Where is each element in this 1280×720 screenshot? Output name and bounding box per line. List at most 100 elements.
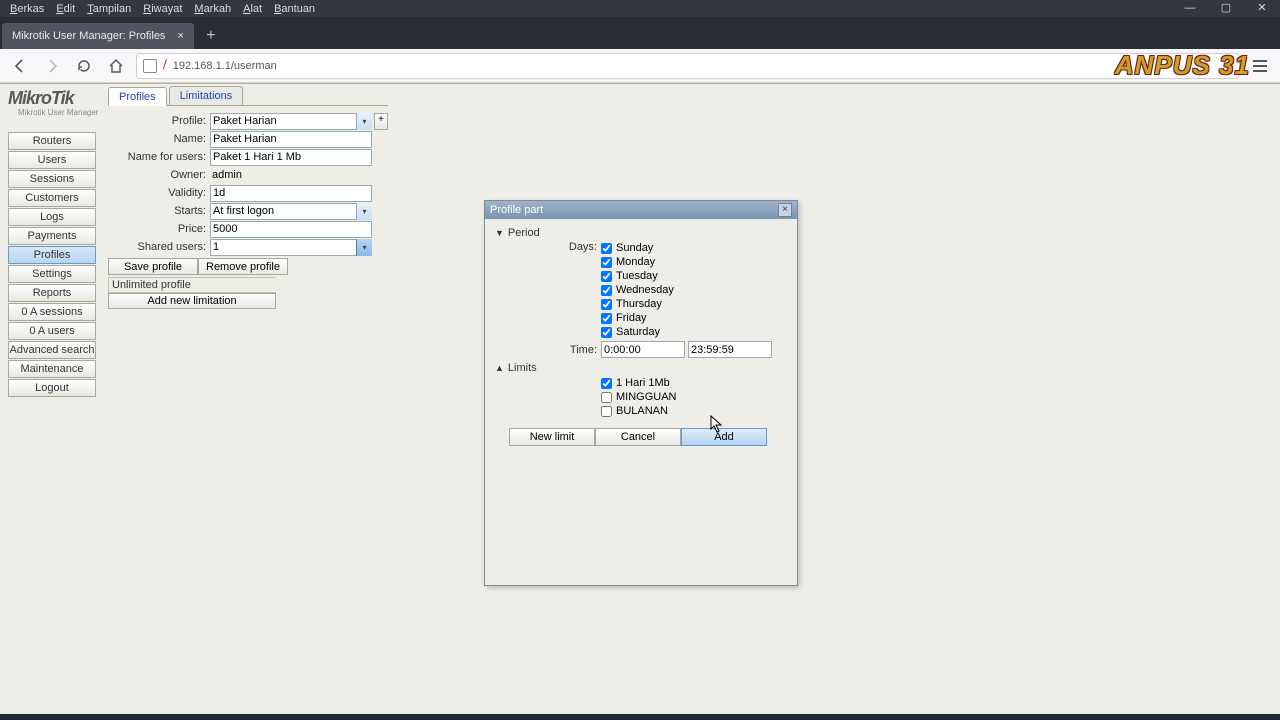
menu-edit[interactable]: Edit — [50, 3, 81, 15]
minimize-button[interactable]: — — [1172, 0, 1208, 17]
shared-users-label: Shared users: — [108, 241, 210, 253]
limits-list: 1 Hari 1MbMINGGUANBULANAN — [601, 376, 677, 418]
owner-label: Owner: — [108, 169, 210, 181]
price-input[interactable] — [210, 221, 372, 238]
sidebar-item-settings[interactable]: Settings — [8, 265, 96, 283]
limit-row: MINGGUAN — [601, 390, 677, 404]
days-list: SundayMondayTuesdayWednesdayThursdayFrid… — [601, 241, 674, 339]
home-button[interactable] — [104, 54, 128, 78]
day-row: Tuesday — [601, 269, 674, 283]
sidebar-item-reports[interactable]: Reports — [8, 284, 96, 302]
day-row: Saturday — [601, 325, 674, 339]
unlimited-profile-header: Unlimited profile — [108, 277, 276, 293]
time-label: Time: — [491, 344, 601, 356]
maximize-button[interactable]: ▢ — [1208, 0, 1244, 17]
taskbar — [0, 714, 1280, 720]
hamburger-menu-button[interactable] — [1248, 54, 1272, 78]
day-label: Saturday — [616, 326, 660, 338]
menu-alat[interactable]: Alat — [237, 3, 268, 15]
menu-tampilan[interactable]: Tampilan — [81, 3, 137, 15]
menu-markah[interactable]: Markah — [188, 3, 237, 15]
name-for-users-label: Name for users: — [108, 151, 210, 163]
price-label: Price: — [108, 223, 210, 235]
starts-select[interactable] — [210, 203, 372, 220]
limit-checkbox-mingguan[interactable] — [601, 392, 612, 403]
sidebar-item-maintenance[interactable]: Maintenance — [8, 360, 96, 378]
day-checkbox-saturday[interactable] — [601, 327, 612, 338]
sidebar-item-0-a-users[interactable]: 0 A users — [8, 322, 96, 340]
sidebar-item-0-a-sessions[interactable]: 0 A sessions — [8, 303, 96, 321]
day-checkbox-friday[interactable] — [601, 313, 612, 324]
day-checkbox-tuesday[interactable] — [601, 271, 612, 282]
limit-checkbox-1-hari-1mb[interactable] — [601, 378, 612, 389]
new-tab-button[interactable]: + — [198, 23, 224, 49]
tab-limitations[interactable]: Limitations — [169, 86, 244, 105]
sidebar-item-payments[interactable]: Payments — [8, 227, 96, 245]
day-row: Friday — [601, 311, 674, 325]
address-bar[interactable]: ⧸ 192.168.1.1/userman ⋯ — [136, 53, 1240, 79]
remove-profile-button[interactable]: Remove profile — [198, 258, 288, 275]
dialog-close-button[interactable]: × — [778, 203, 792, 217]
app-menubar: Berkas Edit Tampilan Riwayat Markah Alat… — [0, 0, 1280, 17]
limits-label: Limits — [508, 362, 537, 374]
day-checkbox-monday[interactable] — [601, 257, 612, 268]
more-icon[interactable]: ⋯ — [1222, 59, 1233, 72]
name-for-users-input[interactable] — [210, 149, 372, 166]
day-checkbox-thursday[interactable] — [601, 299, 612, 310]
day-checkbox-wednesday[interactable] — [601, 285, 612, 296]
time-from-input[interactable] — [601, 341, 685, 358]
period-label: Period — [508, 227, 540, 239]
add-new-limitation-button[interactable]: Add new limitation — [108, 293, 276, 309]
triangle-down-icon: ▼ — [495, 228, 504, 238]
close-window-button[interactable]: ✕ — [1244, 0, 1280, 17]
cancel-button[interactable]: Cancel — [595, 428, 681, 446]
sidebar-item-routers[interactable]: Routers — [8, 132, 96, 150]
period-section-toggle[interactable]: ▼ Period — [495, 227, 791, 239]
forward-button[interactable] — [40, 54, 64, 78]
sidebar-item-logout[interactable]: Logout — [8, 379, 96, 397]
sidebar-nav: RoutersUsersSessionsCustomersLogsPayment… — [8, 132, 96, 397]
day-label: Friday — [616, 312, 647, 324]
limit-label: BULANAN — [616, 405, 668, 417]
triangle-up-icon: ▲ — [495, 363, 504, 373]
shared-users-select[interactable] — [210, 239, 372, 256]
time-to-input[interactable] — [688, 341, 772, 358]
limits-section-toggle[interactable]: ▲ Limits — [495, 362, 791, 374]
add-button[interactable]: Add — [681, 428, 767, 446]
profile-select[interactable] — [210, 113, 372, 130]
owner-value: admin — [210, 169, 242, 181]
day-label: Sunday — [616, 242, 653, 254]
shield-icon — [143, 59, 157, 73]
menu-riwayat[interactable]: Riwayat — [137, 3, 188, 15]
page-content: MikroTik Mikrotik User Manager RoutersUs… — [0, 83, 1280, 714]
add-profile-button[interactable]: + — [374, 113, 388, 130]
name-label: Name: — [108, 133, 210, 145]
dialog-titlebar[interactable]: Profile part × — [485, 201, 797, 219]
sidebar-item-profiles[interactable]: Profiles — [8, 246, 96, 264]
day-row: Monday — [601, 255, 674, 269]
browser-tab[interactable]: Mikrotik User Manager: Profiles × — [2, 23, 194, 49]
window-controls: — ▢ ✕ — [1172, 0, 1280, 17]
back-button[interactable] — [8, 54, 32, 78]
sidebar-item-logs[interactable]: Logs — [8, 208, 96, 226]
sidebar-item-sessions[interactable]: Sessions — [8, 170, 96, 188]
reload-button[interactable] — [72, 54, 96, 78]
profile-form: Profile: ▾ + Name: Name for users: Owner… — [108, 112, 388, 309]
tab-profiles[interactable]: Profiles — [108, 87, 167, 106]
menu-bantuan[interactable]: Bantuan — [268, 3, 321, 15]
name-input[interactable] — [210, 131, 372, 148]
menu-berkas[interactable]: Berkas — [4, 3, 50, 15]
new-limit-button[interactable]: New limit — [509, 428, 595, 446]
profile-label: Profile: — [108, 115, 210, 127]
mikrotik-subtitle: Mikrotik User Manager — [18, 108, 98, 117]
day-row: Sunday — [601, 241, 674, 255]
sidebar-item-advanced-search[interactable]: Advanced search — [8, 341, 96, 359]
limit-label: MINGGUAN — [616, 391, 677, 403]
day-checkbox-sunday[interactable] — [601, 243, 612, 254]
tab-close-icon[interactable]: × — [177, 30, 183, 42]
sidebar-item-users[interactable]: Users — [8, 151, 96, 169]
limit-checkbox-bulanan[interactable] — [601, 406, 612, 417]
save-profile-button[interactable]: Save profile — [108, 258, 198, 275]
validity-input[interactable] — [210, 185, 372, 202]
sidebar-item-customers[interactable]: Customers — [8, 189, 96, 207]
